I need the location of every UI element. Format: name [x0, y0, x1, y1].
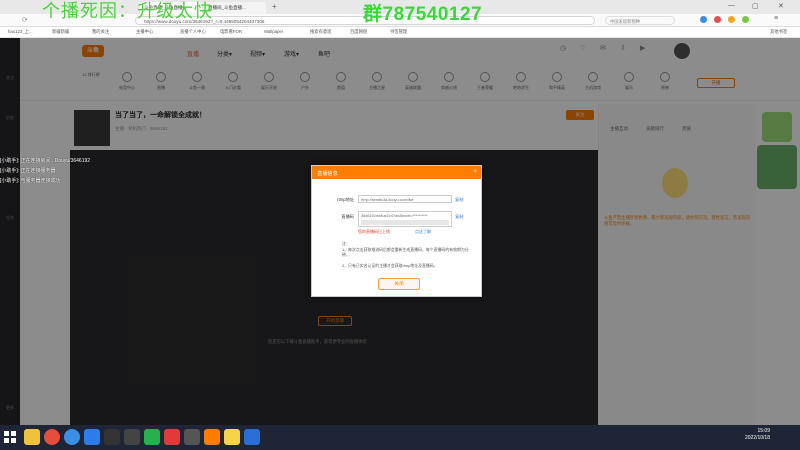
app-icon[interactable]	[164, 429, 180, 445]
browser-app-icon[interactable]	[44, 429, 60, 445]
code-label: 直播码	[341, 214, 354, 219]
browser-app-icon[interactable]	[64, 429, 80, 445]
bookmark-item[interactable]: 书签管理	[390, 29, 407, 35]
code-scrollbar[interactable]	[361, 219, 449, 225]
dialog-title: 直播信息	[317, 171, 338, 177]
browser-tab-2[interactable]: 直播间_斗鱼直播...	[204, 2, 266, 14]
minimize-icon[interactable]: —	[728, 2, 735, 9]
tab-label: 直播间_斗鱼直播...	[208, 5, 246, 10]
bookmark-item[interactable]: 直播个人中心	[180, 29, 206, 35]
bookmark-item[interactable]: hao123_上...	[8, 29, 33, 35]
extension-icon[interactable]	[742, 16, 749, 23]
copy-rtmp-button[interactable]: 复制	[455, 197, 463, 203]
app-icon[interactable]	[204, 429, 220, 445]
os-taskbar	[0, 425, 800, 450]
close-icon[interactable]: ×	[473, 169, 477, 175]
bookmark-item[interactable]: Wallpaper	[264, 29, 283, 34]
learn-more-link[interactable]: 点这了解	[415, 229, 431, 235]
app-icon[interactable]	[244, 429, 260, 445]
notes-title: 注：	[342, 241, 350, 246]
app-icon[interactable]	[124, 429, 140, 445]
extension-icon[interactable]	[700, 16, 707, 23]
note-item: 2、只有已实名认证的主播才会获取rtmp地址及直播码。	[342, 263, 438, 268]
clock-date: 2022/10/18	[744, 435, 770, 441]
refresh-icon[interactable]: ⟳	[22, 16, 28, 24]
app-icon[interactable]	[184, 429, 200, 445]
bookmark-item[interactable]: 新疆新疆	[52, 29, 69, 35]
bookmark-item[interactable]: 搜索有意思	[310, 29, 331, 35]
overlay-caption-right: 群787540127	[363, 4, 483, 25]
clock-time: 15:09	[757, 428, 770, 434]
windows-start-icon[interactable]	[3, 430, 17, 444]
app-icon[interactable]	[84, 429, 100, 445]
chat-message: [小助手]: 与服务器连接成功	[0, 178, 61, 184]
close-window-icon[interactable]: ✕	[778, 2, 784, 10]
extension-icon[interactable]	[714, 16, 721, 23]
extension-icon[interactable]	[728, 16, 735, 23]
chat-message: [小助手]: 正在连接房间...Douyu/3646192	[0, 158, 91, 164]
bookmark-item[interactable]: 电影看FOR	[220, 29, 242, 35]
taskbar-clock[interactable]: 15:09 2022/10/18	[745, 428, 770, 442]
dialog-header: 直播信息	[312, 166, 481, 179]
app-icon[interactable]	[104, 429, 120, 445]
copy-code-button[interactable]: 复制	[455, 214, 463, 220]
live-info-dialog: 直播信息 × rtmp地址 rtmp://sendtc3a.douyu.com/…	[311, 165, 482, 297]
code-value: 3646192rnMueZv4?wsSecret=**********	[361, 213, 428, 218]
window-controls: — ▢ ✕	[728, 2, 798, 12]
bookmark-item[interactable]: 主播中心	[136, 29, 153, 35]
rtmp-label: rtmp地址	[337, 197, 354, 202]
bookmark-item[interactable]: 我的关注	[92, 29, 109, 35]
chat-message: [小助手]: 正在连接服务器	[0, 168, 56, 174]
app-icon[interactable]	[224, 429, 240, 445]
bookmark-item[interactable]: 百度网盘	[350, 29, 367, 35]
bookmark-item[interactable]: 其他书签	[770, 29, 787, 35]
menu-icon[interactable]: ≡	[774, 15, 778, 22]
overlay-caption-left: 个播死因：升级太快	[42, 1, 213, 21]
code-warning: 您的直播码已上线	[358, 229, 390, 234]
toolbar-icons: ≡	[700, 15, 790, 25]
new-tab-icon[interactable]: +	[272, 2, 277, 11]
maximize-icon[interactable]: ▢	[752, 2, 759, 10]
rtmp-field[interactable]: rtmp://sendtc3a.douyu.com/live	[358, 195, 452, 203]
note-item: 1、每次点击获取推流码后都会重新生成直播码，每个直播码的有效期为分钟。	[342, 247, 469, 257]
app-icon[interactable]	[144, 429, 160, 445]
file-explorer-icon[interactable]	[24, 429, 40, 445]
browser-search-input[interactable]: 中国发现新物种	[605, 16, 675, 25]
close-dialog-button[interactable]: 关闭	[378, 278, 420, 290]
code-field[interactable]: 3646192rnMueZv4?wsSecret=**********	[358, 211, 452, 227]
